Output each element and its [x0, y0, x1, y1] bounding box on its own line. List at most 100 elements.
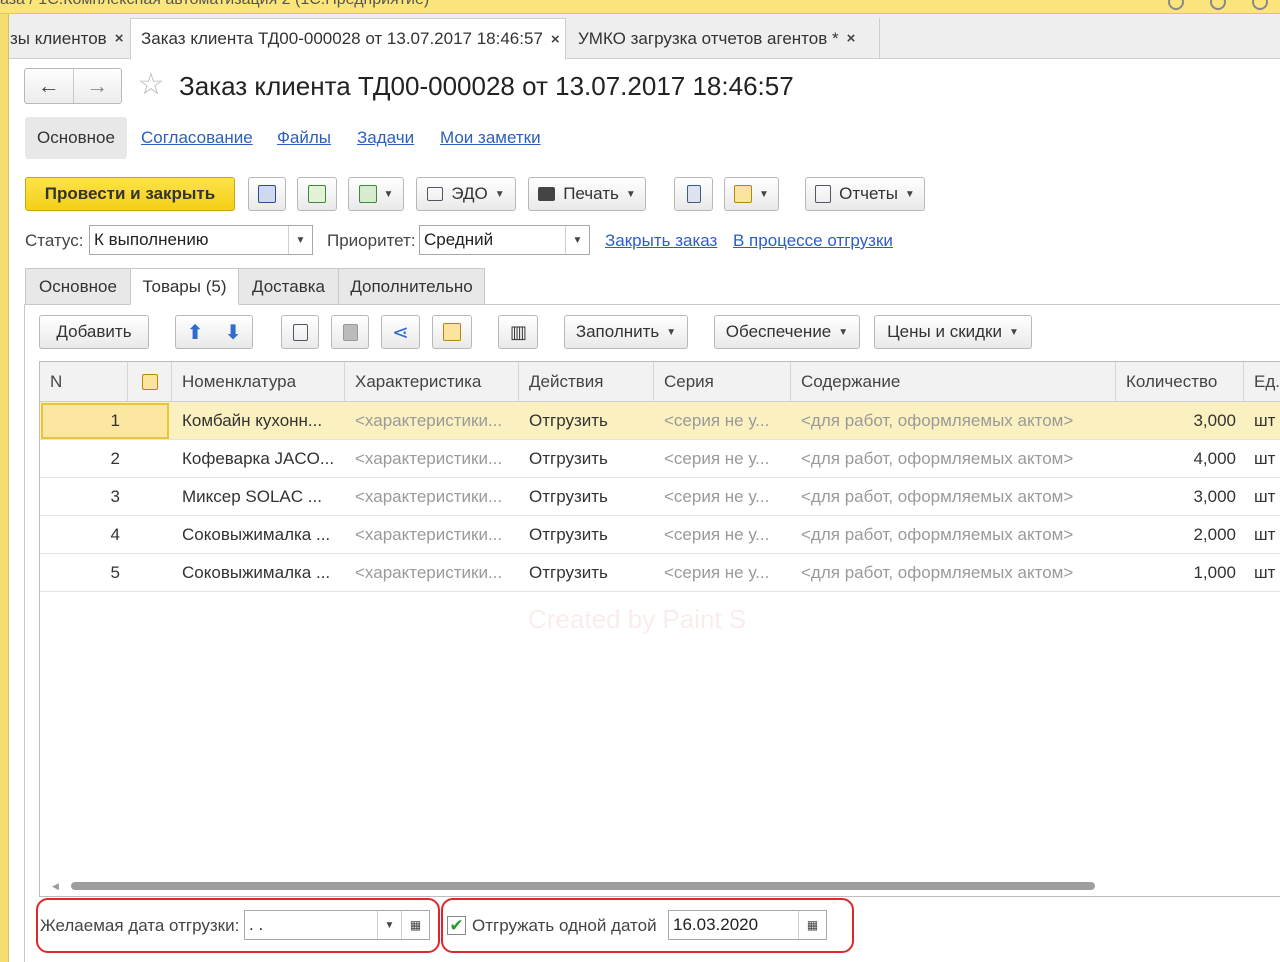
split-row-button[interactable]: ⋖ — [381, 315, 420, 349]
cell-series[interactable]: <серия не у... — [654, 478, 791, 516]
supply-button[interactable]: Обеспечение ▼ — [714, 315, 860, 349]
cell-unit[interactable]: шт — [1244, 554, 1280, 592]
column-header-content[interactable]: Содержание — [791, 362, 1116, 402]
copy-row-button[interactable] — [281, 315, 319, 349]
cell-action[interactable]: Отгрузить — [519, 478, 654, 516]
cell-content[interactable]: <для работ, оформляемых актом> — [791, 478, 1116, 516]
cell-content[interactable]: <для работ, оформляемых актом> — [791, 402, 1116, 440]
scroll-left-icon[interactable]: ◀ — [52, 881, 59, 892]
document-list-button[interactable] — [674, 177, 713, 211]
close-icon[interactable]: × — [551, 31, 560, 48]
section-link-tasks[interactable]: Задачи — [357, 128, 414, 148]
column-header-characteristic[interactable]: Характеристика — [345, 362, 519, 402]
cell-series[interactable]: <серия не у... — [654, 402, 791, 440]
back-button[interactable]: ← — [25, 69, 73, 103]
calendar-icon[interactable]: ▦ — [798, 911, 826, 939]
section-main[interactable]: Основное — [25, 117, 127, 159]
cell-series[interactable]: <серия не у... — [654, 440, 791, 478]
calendar-icon[interactable]: ▦ — [401, 911, 429, 939]
attachments-button[interactable]: ▼ — [724, 177, 779, 211]
close-icon[interactable]: × — [115, 30, 124, 47]
edo-button[interactable]: ЭДО ▼ — [416, 177, 516, 211]
tab-order-document[interactable]: Заказ клиента ТД00-000028 от 13.07.2017 … — [130, 18, 566, 60]
tab-goods[interactable]: Товары (5) — [130, 268, 239, 305]
table-row[interactable]: 5 Соковыжималка ... <характеристики... Отгр… — [40, 554, 1280, 592]
table-row[interactable]: 4 Соковыжималка ... <характеристики... Отгр… — [40, 516, 1280, 554]
cell-content[interactable]: <для работ, оформляемых актом> — [791, 440, 1116, 478]
ship-date-input[interactable]: 16.03.2020 ▦ — [668, 910, 827, 940]
cell-action[interactable]: Отгрузить — [519, 402, 654, 440]
cell-action[interactable]: Отгрузить — [519, 554, 654, 592]
tab-delivery[interactable]: Доставка — [238, 268, 339, 304]
close-icon[interactable]: × — [847, 30, 856, 47]
cell-char[interactable]: <характеристики... — [345, 554, 519, 592]
close-order-link[interactable]: Закрыть заказ — [605, 231, 717, 251]
pick-goods-button[interactable] — [432, 315, 472, 349]
column-header-series[interactable]: Серия — [654, 362, 791, 402]
cell-unit[interactable]: шт — [1244, 478, 1280, 516]
print-button[interactable]: Печать ▼ — [528, 177, 646, 211]
favorite-star-icon[interactable]: ☆ — [134, 68, 168, 102]
cell-item[interactable]: Кофеварка JACO... — [172, 440, 345, 478]
column-header-quantity[interactable]: Количество — [1116, 362, 1244, 402]
cell-action[interactable]: Отгрузить — [519, 516, 654, 554]
fill-button[interactable]: Заполнить ▼ — [564, 315, 688, 349]
cell-item[interactable]: Миксер SOLAC ... — [172, 478, 345, 516]
barcode-button[interactable]: ▥ — [498, 315, 538, 349]
tab-additional[interactable]: Дополнительно — [338, 268, 485, 304]
save-button[interactable] — [248, 177, 286, 211]
shipping-state-link[interactable]: В процессе отгрузки — [733, 231, 893, 251]
menu-icon[interactable] — [1252, 0, 1268, 10]
cell-series[interactable]: <серия не у... — [654, 554, 791, 592]
cell-content[interactable]: <для работ, оформляемых актом> — [791, 554, 1116, 592]
cell-unit[interactable]: шт — [1244, 516, 1280, 554]
chevron-down-icon[interactable]: ▼ — [565, 226, 589, 254]
column-header-nomenclature[interactable]: Номенклатура — [172, 362, 345, 402]
column-header-actions[interactable]: Действия — [519, 362, 654, 402]
post-and-close-button[interactable]: Провести и закрыть — [25, 177, 235, 211]
history-icon[interactable] — [1210, 0, 1226, 10]
cell-char[interactable]: <характеристики... — [345, 478, 519, 516]
table-row[interactable]: 2 Кофеварка JACO... <характеристики... Отгр… — [40, 440, 1280, 478]
column-header-icon[interactable] — [128, 362, 172, 402]
cell-n[interactable]: 2 — [40, 440, 128, 478]
cell-qty[interactable]: 3,000 — [1116, 402, 1244, 440]
cell-char[interactable]: <характеристики... — [345, 440, 519, 478]
forward-button[interactable]: → — [72, 69, 122, 103]
chevron-down-icon[interactable]: ▼ — [288, 226, 312, 254]
prices-discounts-button[interactable]: Цены и скидки ▼ — [874, 315, 1032, 349]
cell-n[interactable]: 1 — [40, 402, 128, 440]
post-button[interactable] — [297, 177, 337, 211]
tab-umko-reports[interactable]: УМКО загрузка отчетов агентов * × — [568, 18, 880, 59]
ship-one-date-checkbox[interactable]: ✔ — [447, 916, 466, 935]
cell-n[interactable]: 5 — [40, 554, 128, 592]
table-row[interactable]: 1 Комбайн кухонн... <характеристики... Отгр… — [40, 402, 1280, 440]
cell-series[interactable]: <серия не у... — [654, 516, 791, 554]
status-select[interactable]: К выполнению ▼ — [89, 225, 313, 255]
cell-action[interactable]: Отгрузить — [519, 440, 654, 478]
priority-select[interactable]: Средний ▼ — [419, 225, 590, 255]
cell-n[interactable]: 3 — [40, 478, 128, 516]
column-header-n[interactable]: N — [40, 362, 128, 402]
notification-icon[interactable] — [1168, 0, 1184, 10]
cell-item[interactable]: Соковыжималка ... — [172, 554, 345, 592]
section-link-files[interactable]: Файлы — [277, 128, 331, 148]
scrollbar-thumb[interactable] — [71, 882, 1095, 890]
tab-main[interactable]: Основное — [25, 268, 131, 304]
table-row[interactable]: 3 Миксер SOLAC ... <характеристики... Отгру… — [40, 478, 1280, 516]
paste-row-button[interactable] — [331, 315, 369, 349]
cell-qty[interactable]: 4,000 — [1116, 440, 1244, 478]
cell-qty[interactable]: 2,000 — [1116, 516, 1244, 554]
arrow-up-icon[interactable]: ⬆ — [187, 320, 204, 345]
tab-client-orders[interactable]: зы клиентов × — [0, 18, 135, 59]
cell-char[interactable]: <характеристики... — [345, 402, 519, 440]
cell-qty[interactable]: 3,000 — [1116, 478, 1244, 516]
add-row-button[interactable]: Добавить — [39, 315, 149, 349]
cell-unit[interactable]: шт — [1244, 402, 1280, 440]
cell-char[interactable]: <характеристики... — [345, 516, 519, 554]
section-link-approval[interactable]: Согласование — [141, 128, 253, 148]
horizontal-scrollbar[interactable]: ◀ — [49, 880, 1280, 892]
column-header-unit[interactable]: Ед. — [1244, 362, 1280, 402]
create-based-on-button[interactable]: ▼ — [348, 177, 404, 211]
cell-unit[interactable]: шт — [1244, 440, 1280, 478]
